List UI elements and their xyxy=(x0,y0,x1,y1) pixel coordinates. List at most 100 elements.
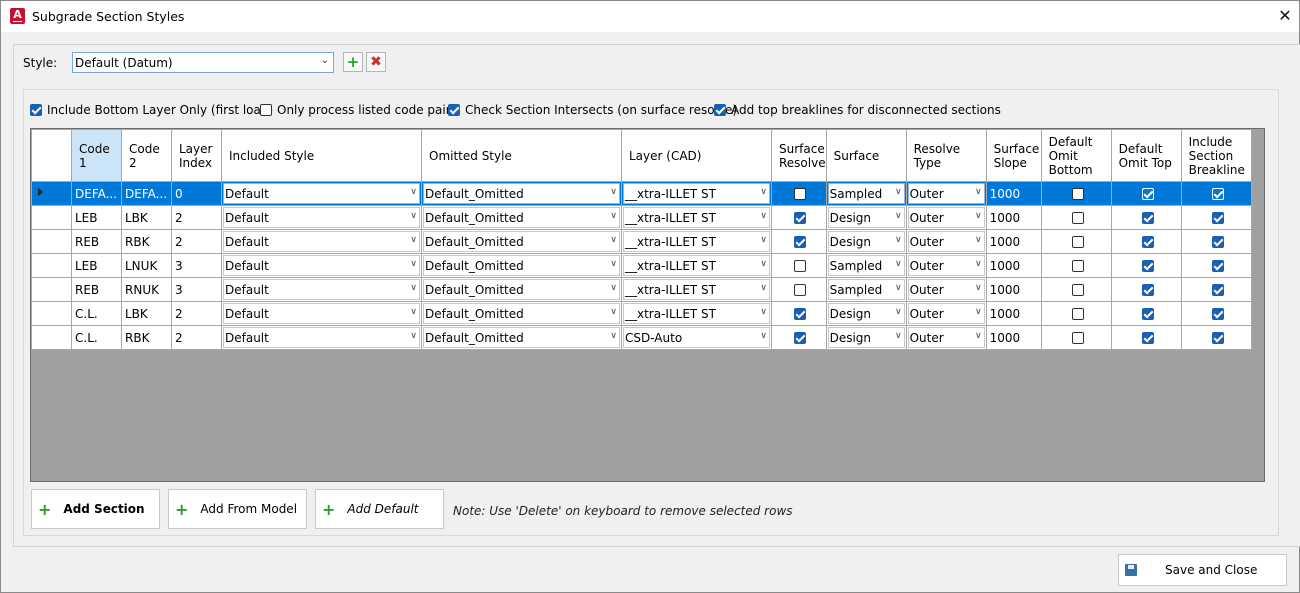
cell-include-breakline-checkbox[interactable] xyxy=(1211,212,1224,224)
table-row[interactable]: DEFA... DEFA... 0 Default ∨ Default_Omitted ∨ _… xyxy=(31,181,1252,206)
cell-omitted-style-dropdown[interactable]: Default_Omitted ∨ xyxy=(423,231,620,252)
cell-omitted-style[interactable]: Default_Omitted ∨ xyxy=(421,205,622,230)
cell-surface-resolve-checkbox[interactable] xyxy=(794,260,807,272)
cell-resolve-type-dropdown[interactable]: Outer ∨ xyxy=(907,183,985,204)
close-icon[interactable]: ✕ xyxy=(1271,3,1299,29)
cell-code2[interactable]: RBK xyxy=(121,325,172,350)
cell-layer-index[interactable]: 2 xyxy=(171,205,222,230)
cell-code2[interactable]: LNUK xyxy=(121,253,172,278)
cell-layer-cad[interactable]: CSD-Auto ∨ xyxy=(621,325,772,350)
cell-surface[interactable]: Design ∨ xyxy=(825,229,907,254)
cell-surface-resolve-checkbox[interactable] xyxy=(794,308,807,320)
cell-surface-resolve-checkbox[interactable] xyxy=(794,332,807,344)
col-header-included-style[interactable]: Included Style xyxy=(221,129,422,182)
cell-default-omit-bottom-checkbox[interactable] xyxy=(1071,188,1084,200)
cell-code1[interactable]: REB xyxy=(71,229,122,254)
cell-resolve-type-dropdown[interactable]: Outer ∨ xyxy=(907,255,985,276)
cell-layer-cad-dropdown[interactable]: CSD-Auto ∨ xyxy=(623,327,770,348)
cell-layer-index[interactable]: 2 xyxy=(171,301,222,326)
cell-include-breakline-checkbox[interactable] xyxy=(1211,188,1224,200)
row-header[interactable] xyxy=(31,277,72,302)
cell-included-style[interactable]: Default ∨ xyxy=(221,205,422,230)
col-header-include-section-breakline[interactable]: Include Section Breakline xyxy=(1180,129,1252,182)
cell-default-omit-top-checkbox[interactable] xyxy=(1141,308,1154,320)
col-header-surface-slope[interactable]: Surface Slope xyxy=(985,129,1042,182)
cell-included-style[interactable]: Default ∨ xyxy=(221,277,422,302)
col-header-resolve-type[interactable]: Resolve Type xyxy=(905,129,987,182)
option-only-listed-pairs[interactable]: Only process listed code pairs xyxy=(260,103,457,117)
cell-default-omit-top-checkbox[interactable] xyxy=(1141,332,1154,344)
table-row[interactable]: LEB LBK 2 Default ∨ Default_Omitted ∨ __xtra-IL… xyxy=(31,205,1252,230)
cell-resolve-type[interactable]: Outer ∨ xyxy=(905,277,987,302)
cell-code2[interactable]: RNUK xyxy=(121,277,172,302)
cell-resolve-type[interactable]: Outer ∨ xyxy=(905,301,987,326)
cell-resolve-type-dropdown[interactable]: Outer ∨ xyxy=(907,279,985,300)
cell-surface[interactable]: Sampled ∨ xyxy=(825,253,907,278)
row-header[interactable] xyxy=(31,181,72,206)
cell-layer-cad-dropdown[interactable]: __xtra-ILLET ST ∨ xyxy=(623,231,770,252)
cell-surface-slope[interactable]: 1000 xyxy=(985,181,1042,206)
cell-layer-index[interactable]: 2 xyxy=(171,229,222,254)
cell-code1[interactable]: REB xyxy=(71,277,122,302)
cell-default-omit-bottom-checkbox[interactable] xyxy=(1071,236,1084,248)
table-row[interactable]: REB RNUK 3 Default ∨ Default_Omitted ∨ __xtra-I… xyxy=(31,277,1252,302)
row-header[interactable] xyxy=(31,229,72,254)
cell-resolve-type-dropdown[interactable]: Outer ∨ xyxy=(907,303,985,324)
cell-surface-slope[interactable]: 1000 xyxy=(985,253,1042,278)
cell-layer-index[interactable]: 3 xyxy=(171,277,222,302)
cell-layer-cad-dropdown[interactable]: __xtra-ILLET ST ∨ xyxy=(623,255,770,276)
add-from-model-button[interactable]: + Add From Model xyxy=(168,489,307,529)
cell-surface-resolve-checkbox[interactable] xyxy=(794,212,807,224)
cell-include-breakline-checkbox[interactable] xyxy=(1211,236,1224,248)
cell-code2[interactable]: LBK xyxy=(121,301,172,326)
cell-layer-cad[interactable]: __xtra-ILLET ST ∨ xyxy=(621,181,772,206)
cell-surface-slope[interactable]: 1000 xyxy=(985,301,1042,326)
col-header-surface[interactable]: Surface xyxy=(825,129,907,182)
cell-included-style[interactable]: Default ∨ xyxy=(221,325,422,350)
col-header-code2[interactable]: Code 2 xyxy=(121,129,172,182)
cell-layer-cad[interactable]: __xtra-ILLET ST ∨ xyxy=(621,229,772,254)
cell-layer-cad[interactable]: __xtra-ILLET ST ∨ xyxy=(621,205,772,230)
table-row[interactable]: C.L. RBK 2 Default ∨ Default_Omitted ∨ CSD-Auto… xyxy=(31,325,1252,350)
cell-included-style-dropdown[interactable]: Default ∨ xyxy=(223,255,420,276)
cell-layer-cad[interactable]: __xtra-ILLET ST ∨ xyxy=(621,277,772,302)
cell-surface-dropdown[interactable]: Design ∨ xyxy=(827,207,905,228)
cell-surface-dropdown[interactable]: Sampled ∨ xyxy=(827,279,905,300)
cell-layer-cad[interactable]: __xtra-ILLET ST ∨ xyxy=(621,301,772,326)
cell-code1[interactable]: DEFA... xyxy=(71,181,122,206)
cell-included-style-dropdown[interactable]: Default ∨ xyxy=(223,279,420,300)
cell-surface[interactable]: Sampled ∨ xyxy=(825,277,907,302)
cell-default-omit-bottom-checkbox[interactable] xyxy=(1071,284,1084,296)
cell-surface[interactable]: Design ∨ xyxy=(825,301,907,326)
cell-default-omit-top-checkbox[interactable] xyxy=(1141,236,1154,248)
cell-surface-dropdown[interactable]: Design ∨ xyxy=(827,303,905,324)
cell-code1[interactable]: C.L. xyxy=(71,325,122,350)
cell-omitted-style[interactable]: Default_Omitted ∨ xyxy=(421,277,622,302)
cell-layer-cad[interactable]: __xtra-ILLET ST ∨ xyxy=(621,253,772,278)
cell-surface-dropdown[interactable]: Design ∨ xyxy=(827,327,905,348)
col-header-layer-cad[interactable]: Layer (CAD) xyxy=(621,129,772,182)
cell-surface-dropdown[interactable]: Sampled ∨ xyxy=(827,255,905,276)
cell-resolve-type[interactable]: Outer ∨ xyxy=(905,325,987,350)
cell-code2[interactable]: DEFA... xyxy=(121,181,172,206)
cell-included-style[interactable]: Default ∨ xyxy=(221,301,422,326)
cell-surface-resolve-checkbox[interactable] xyxy=(794,236,807,248)
cell-default-omit-bottom-checkbox[interactable] xyxy=(1071,260,1084,272)
cell-omitted-style[interactable]: Default_Omitted ∨ xyxy=(421,181,622,206)
cell-default-omit-bottom-checkbox[interactable] xyxy=(1071,332,1084,344)
option-check-intersects[interactable]: Check Section Intersects (on surface res… xyxy=(448,103,737,117)
checkbox[interactable] xyxy=(260,104,272,116)
cell-layer-index[interactable]: 2 xyxy=(171,325,222,350)
cell-layer-cad-dropdown[interactable]: __xtra-ILLET ST ∨ xyxy=(623,279,770,300)
cell-layer-index[interactable]: 3 xyxy=(171,253,222,278)
cell-included-style-dropdown[interactable]: Default ∨ xyxy=(223,303,420,324)
checkbox[interactable] xyxy=(448,104,460,116)
row-header[interactable] xyxy=(31,205,72,230)
cell-surface-resolve-checkbox[interactable] xyxy=(794,284,807,296)
cell-surface-slope[interactable]: 1000 xyxy=(985,205,1042,230)
cell-omitted-style[interactable]: Default_Omitted ∨ xyxy=(421,229,622,254)
checkbox[interactable] xyxy=(30,104,42,116)
cell-included-style[interactable]: Default ∨ xyxy=(221,181,422,206)
cell-default-omit-top-checkbox[interactable] xyxy=(1141,188,1154,200)
cell-include-breakline-checkbox[interactable] xyxy=(1211,308,1224,320)
